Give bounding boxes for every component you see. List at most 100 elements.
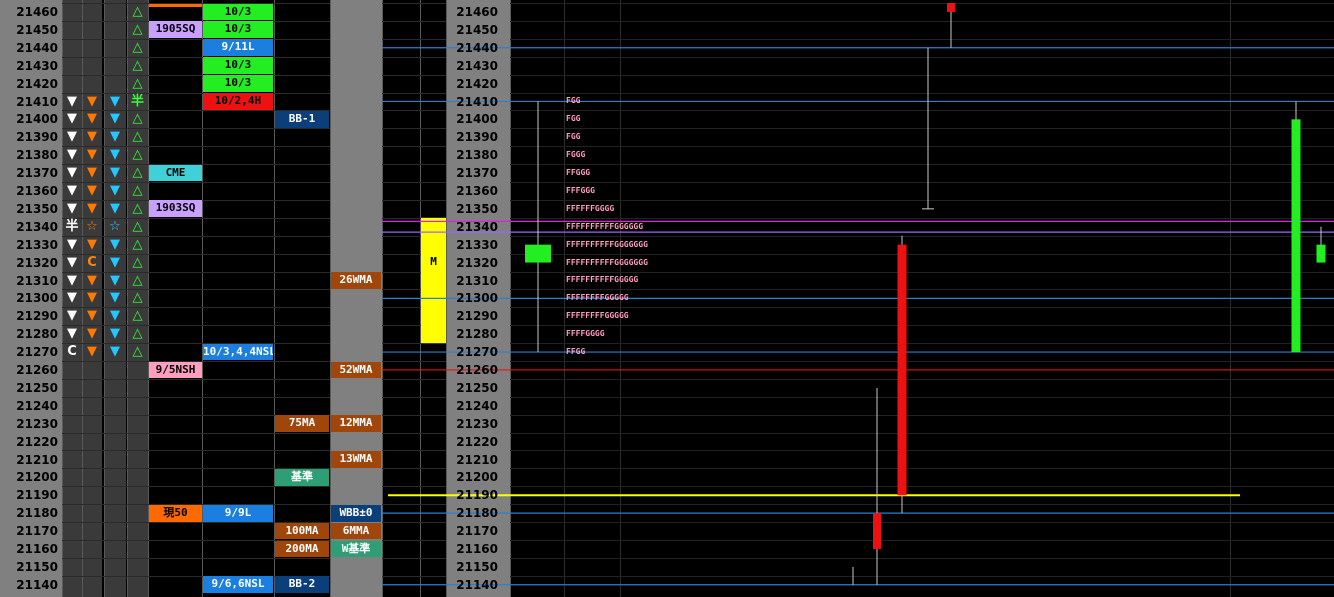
marker-c4-21340: △ bbox=[132, 218, 143, 234]
price-label-left: 21170 bbox=[16, 524, 58, 539]
price-label-right: 21400 bbox=[456, 112, 498, 127]
price-label-left: 21400 bbox=[16, 112, 58, 127]
tpo-row: FFFFGGGG bbox=[566, 329, 605, 339]
price-label-left: 21340 bbox=[16, 219, 58, 234]
price-label-right: 21160 bbox=[456, 542, 498, 556]
level-tag-d: 13WMA bbox=[331, 451, 381, 468]
level-tag-a: 現50 bbox=[149, 504, 202, 522]
marker-c4-21330: △ bbox=[132, 236, 143, 252]
marker-c2-21380: ▼ bbox=[87, 147, 97, 163]
price-label-right: 21230 bbox=[456, 416, 498, 431]
marker-c3-21270: ▼ bbox=[110, 344, 120, 360]
marker-c3-21350: ▼ bbox=[110, 200, 120, 216]
price-label-left: 21320 bbox=[16, 255, 58, 270]
level-tag-b: 10/3 bbox=[203, 75, 273, 92]
price-label-left: 21150 bbox=[16, 559, 58, 574]
price-label-right: 21240 bbox=[456, 398, 498, 413]
marker-c4-21460: △ bbox=[132, 4, 143, 19]
level-tag-c: 200MA bbox=[275, 540, 329, 558]
price-label-left: 21390 bbox=[16, 130, 58, 145]
marker-c3-21340: ☆ bbox=[109, 218, 121, 234]
price-label-right: 21320 bbox=[456, 255, 498, 270]
marker-c4-21300: △ bbox=[132, 290, 143, 306]
level-tag-a bbox=[149, 3, 202, 7]
marker-c4-21280: △ bbox=[132, 326, 143, 342]
price-label-right: 21460 bbox=[456, 5, 498, 19]
tpo-row: FFFFFFFFFFGGGGGGG bbox=[566, 239, 648, 249]
marker-c3-21410: ▼ bbox=[110, 93, 120, 109]
level-tag-a: 1905SQ bbox=[149, 21, 202, 39]
tpo-row: FFFFFFFFGGGGG bbox=[566, 293, 629, 303]
price-label-right: 21330 bbox=[456, 237, 498, 252]
marker-c1-21280: ▼ bbox=[67, 326, 77, 342]
marker-c3-21390: ▼ bbox=[110, 129, 120, 145]
price-label-left: 21280 bbox=[16, 327, 58, 342]
marker-c2-21330: ▼ bbox=[87, 236, 97, 252]
level-tag-b: 10/3,4,4NSL bbox=[203, 343, 273, 361]
marker-c4-21420: △ bbox=[132, 75, 143, 91]
price-label-left: 21450 bbox=[16, 22, 58, 37]
marker-c3-21280: ▼ bbox=[110, 326, 120, 342]
level-tag-c: 100MA bbox=[275, 522, 329, 540]
marker-c3-21400: ▼ bbox=[110, 111, 120, 127]
marker-c4-21380: △ bbox=[132, 147, 143, 163]
tpo-row: FFFFFFFFFFGGGGGG bbox=[566, 221, 644, 231]
marker-c1-21330: ▼ bbox=[67, 236, 77, 252]
tpo-row: FFFFFFFFFFGGGGGGG bbox=[566, 257, 648, 267]
price-label-left: 21220 bbox=[16, 434, 58, 449]
price-label-right: 21360 bbox=[456, 184, 498, 198]
tpo-row: FGGG bbox=[566, 150, 586, 160]
level-tag-b: 10/2,4H bbox=[203, 93, 273, 110]
marker-c4-21310: △ bbox=[132, 272, 143, 288]
marker-c4-21430: △ bbox=[132, 57, 143, 73]
marker-c4-21320: △ bbox=[132, 254, 143, 270]
price-label-left: 21300 bbox=[16, 291, 58, 306]
price-label-right: 21390 bbox=[456, 130, 498, 145]
level-tag-d: WBB±0 bbox=[331, 504, 381, 522]
marker-c4-21440: △ bbox=[132, 39, 143, 55]
price-label-left: 21270 bbox=[16, 345, 58, 360]
tpo-row: FFGG bbox=[566, 347, 586, 357]
marker-c4-21290: △ bbox=[132, 308, 143, 324]
price-label-right: 21280 bbox=[456, 327, 498, 342]
price-label-left: 21160 bbox=[16, 542, 58, 556]
tpo-row: FFGGG bbox=[566, 168, 591, 178]
price-label-left: 21140 bbox=[16, 577, 58, 592]
marker-c2-21320: C bbox=[87, 254, 97, 270]
price-label-right: 21440 bbox=[456, 40, 498, 55]
marker-c3-21300: ▼ bbox=[110, 290, 120, 306]
marker-c3-21370: ▼ bbox=[110, 165, 120, 181]
price-label-left: 21370 bbox=[16, 166, 58, 181]
price-label-left: 21440 bbox=[16, 40, 58, 55]
price-label-left: 21360 bbox=[16, 184, 58, 198]
price-label-right: 21310 bbox=[456, 273, 498, 288]
level-tag-d: 26WMA bbox=[331, 272, 381, 289]
price-label-left: 21230 bbox=[16, 416, 58, 431]
price-label-right: 21270 bbox=[456, 345, 498, 360]
level-tag-a: 9/5NSH bbox=[149, 361, 202, 379]
level-tag-b: 10/3 bbox=[203, 57, 273, 75]
price-label-right: 21350 bbox=[456, 201, 498, 216]
price-label-right: 21220 bbox=[456, 434, 498, 449]
marker-c2-21410: ▼ bbox=[87, 93, 97, 109]
level-tag-c: BB-1 bbox=[275, 110, 329, 128]
marker-c1-21360: ▼ bbox=[67, 183, 77, 198]
price-label-right: 21430 bbox=[456, 58, 498, 73]
marker-c2-21400: ▼ bbox=[87, 111, 97, 127]
value-area-label: M bbox=[430, 254, 437, 268]
marker-c4-21350: △ bbox=[132, 200, 143, 216]
price-label-right: 21210 bbox=[456, 452, 498, 467]
marker-c1-21300: ▼ bbox=[67, 290, 77, 306]
marker-c1-21290: ▼ bbox=[67, 308, 77, 324]
level-tag-b: 9/11L bbox=[203, 39, 273, 57]
marker-c3-21310: ▼ bbox=[110, 272, 120, 288]
marker-c1-21370: ▼ bbox=[67, 165, 77, 181]
price-label-right: 21370 bbox=[456, 166, 498, 181]
marker-c1-21380: ▼ bbox=[67, 147, 77, 163]
price-label-right: 21410 bbox=[456, 94, 498, 109]
marker-c2-21340: ☆ bbox=[86, 218, 98, 234]
level-tag-a: CME bbox=[149, 164, 202, 182]
ladder-overlay: 21460 21460 21450 21450 21440 21440 21430 21430… bbox=[0, 0, 1334, 597]
marker-c3-21290: ▼ bbox=[110, 308, 120, 324]
level-tag-d: 12MMA bbox=[331, 415, 381, 433]
